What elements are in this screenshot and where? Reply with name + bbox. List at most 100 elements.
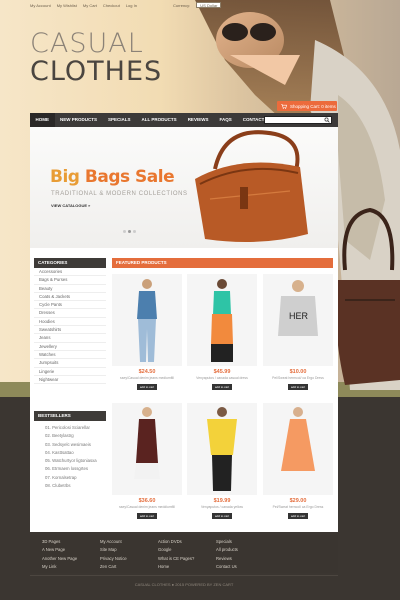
cart-label: Shopping Cart: 0 items <box>290 103 336 109</box>
nav-item-all-products[interactable]: ALL PRODUCTS <box>136 113 182 127</box>
banner-title-part1: Big <box>50 167 80 187</box>
product-card[interactable]: $24.50 ssey/Casual denim jeans mediumfil… <box>112 274 182 397</box>
product-name[interactable]: Venyaputos / canada yellow <box>187 505 257 509</box>
top-bar: My Account My Wishlist My Cart Checkout … <box>30 1 222 9</box>
footer-link[interactable]: All products <box>216 546 266 554</box>
add-to-cart-button[interactable]: add to cart <box>212 513 232 519</box>
footer-link[interactable]: Site Map <box>100 546 150 554</box>
product-image[interactable] <box>112 274 182 366</box>
footer-link[interactable]: Google <box>158 546 208 554</box>
bestseller-item[interactable]: 07. Kornalsetrap <box>40 474 106 482</box>
product-card[interactable]: $19.99 Venyaputos / canada yellow add to… <box>187 403 257 526</box>
category-item[interactable]: Hoodies <box>34 318 106 327</box>
product-image[interactable] <box>112 403 182 495</box>
product-price: $10.00 <box>289 369 307 375</box>
nav-item-new-products[interactable]: NEW PRODUCTS <box>55 113 103 127</box>
add-to-cart-button[interactable]: add to cart <box>137 513 157 519</box>
add-to-cart-button[interactable]: add to cart <box>212 384 232 390</box>
category-item[interactable]: Bags & Purses <box>34 276 106 285</box>
footer-link[interactable]: Home <box>158 563 208 571</box>
banner-link[interactable]: VIEW CATALOGUE » <box>51 203 90 208</box>
category-item[interactable]: Jeans <box>34 334 106 343</box>
bestseller-item[interactable]: 04. Kasttsattao <box>40 449 106 457</box>
add-to-cart-button[interactable]: add to cart <box>288 513 308 519</box>
featured-products-heading: FEATURED PRODUCTS <box>112 258 333 268</box>
product-card[interactable]: $29.00 Pel/Sweat herncol/ ca Ergo Dress … <box>263 403 333 526</box>
currency-label: Currency: <box>172 2 191 8</box>
category-item[interactable]: Lingerie <box>34 368 106 376</box>
category-item[interactable]: Dresses <box>34 309 106 318</box>
product-name[interactable]: ssey/Casual denim jeans mediumfill <box>112 376 182 380</box>
bestseller-item[interactable]: 05. Watchurtyor ligtoniasxa <box>40 457 106 465</box>
slider-dot-active[interactable] <box>128 230 131 233</box>
cart-icon <box>281 103 287 109</box>
footer-link[interactable]: Reviews <box>216 555 266 563</box>
product-name[interactable]: Venyaputos / canada casual dress <box>187 376 257 380</box>
product-price: $36.60 <box>138 498 156 504</box>
bestseller-item[interactable]: 08. Clubetrbs <box>40 482 106 490</box>
handbag-image <box>195 130 308 243</box>
topbar-link-my-cart[interactable]: My Cart <box>83 3 97 8</box>
category-item[interactable]: Jewellery <box>34 343 106 351</box>
category-item[interactable]: Jumpsuits <box>34 359 106 368</box>
footer-link[interactable]: Another New Page <box>42 555 92 563</box>
category-item[interactable]: Beauty <box>34 285 106 293</box>
topbar-link-my-wishlist[interactable]: My Wishlist <box>57 3 77 8</box>
product-image[interactable]: HER <box>263 274 333 366</box>
site-logo[interactable]: CASUAL CLOTHES <box>30 30 162 85</box>
search-input[interactable] <box>264 116 332 124</box>
category-item[interactable]: Cycle Pants <box>34 301 106 310</box>
footer-link[interactable]: Contact Us <box>216 563 266 571</box>
bestseller-item[interactable]: 06. Etrmaem lossgrtes <box>40 465 106 473</box>
footer-column: Specials All products Reviews Contact Us <box>216 538 266 571</box>
copyright: CASUAL CLOTHES ● 2015 POWERED BY ZEN CAR… <box>30 575 338 593</box>
slider-dot[interactable] <box>123 230 126 233</box>
nav-item-faqs[interactable]: FAQs <box>214 113 237 127</box>
currency-select[interactable]: US Dollar <box>196 2 222 8</box>
product-card[interactable]: $36.60 ssey/Casual denim jeans meddiumfi… <box>112 403 182 526</box>
footer-link[interactable]: Specials <box>216 538 266 546</box>
category-item[interactable]: Sweatshirts <box>34 326 106 335</box>
nav-item-reviews[interactable]: REVIEWS <box>182 113 214 127</box>
shopping-cart-button[interactable]: Shopping Cart: 0 items <box>277 101 337 111</box>
product-price: $45.99 <box>213 369 231 375</box>
product-image[interactable] <box>263 403 333 495</box>
category-item[interactable]: Nightwear <box>34 376 106 385</box>
footer-column: 3D Pages A New Page Another New Page My … <box>42 538 92 571</box>
product-card[interactable]: $45.99 Venyaputos / canada casual dress … <box>187 274 257 397</box>
footer-link[interactable]: Action DVDs <box>158 538 208 546</box>
add-to-cart-button[interactable]: add to cart <box>288 384 308 390</box>
product-name[interactable]: ssey/Casual denim jeans meddiumfill <box>112 505 182 509</box>
bestseller-item[interactable]: 02. Beetylastrg <box>40 432 106 440</box>
product-price: $19.99 <box>213 498 231 504</box>
footer-link[interactable]: 3D Pages <box>42 538 92 546</box>
bestsellers-heading: BESTSELLERS <box>34 411 106 421</box>
footer-link[interactable]: Privacy Notice <box>100 555 150 563</box>
footer-link[interactable]: My Link <box>42 563 92 571</box>
slider-dot[interactable] <box>133 230 136 233</box>
product-card[interactable]: HER $10.00 Pel/Sweat hermcol/ ca Ergo Dr… <box>263 274 333 397</box>
topbar-link-log-in[interactable]: Log In <box>126 3 137 8</box>
bestseller-item[interactable]: 03. Sedsyelc wesimaeis <box>40 441 106 449</box>
product-image[interactable] <box>187 274 257 366</box>
topbar-link-my-account[interactable]: My Account <box>30 3 51 8</box>
footer-link[interactable]: Zen Cart <box>100 563 150 571</box>
category-item[interactable]: Accessories <box>34 268 106 277</box>
nav-item-home[interactable]: HOME <box>30 113 55 127</box>
footer-link[interactable]: What is CE Pages? <box>158 555 208 563</box>
product-name[interactable]: Pel/Sweat herncol/ ca Ergo Dress <box>263 505 333 509</box>
topbar-link-checkout[interactable]: Checkout <box>103 3 120 8</box>
category-item[interactable]: Coats & Jackets <box>34 293 106 302</box>
add-to-cart-button[interactable]: add to cart <box>137 384 157 390</box>
product-name[interactable]: Pel/Sweat hermcol/ ca Ergo Dress <box>263 376 333 380</box>
search-icon[interactable] <box>324 117 330 123</box>
product-image[interactable] <box>187 403 257 495</box>
nav-item-specials[interactable]: SPECIALS <box>103 113 137 127</box>
category-item[interactable]: Watches <box>34 351 106 360</box>
promo-banner[interactable]: Big Bags Sale TRADITIONAL & MODERN COLLE… <box>30 127 338 248</box>
footer-link[interactable]: A New Page <box>42 546 92 554</box>
footer-link[interactable]: My Account <box>100 538 150 546</box>
banner-subtitle: TRADITIONAL & MODERN COLLECTIONS <box>51 191 188 197</box>
bestseller-item[interactable]: 01. Pericolosi Sciarellar <box>40 424 106 432</box>
slider-dots <box>123 230 136 233</box>
